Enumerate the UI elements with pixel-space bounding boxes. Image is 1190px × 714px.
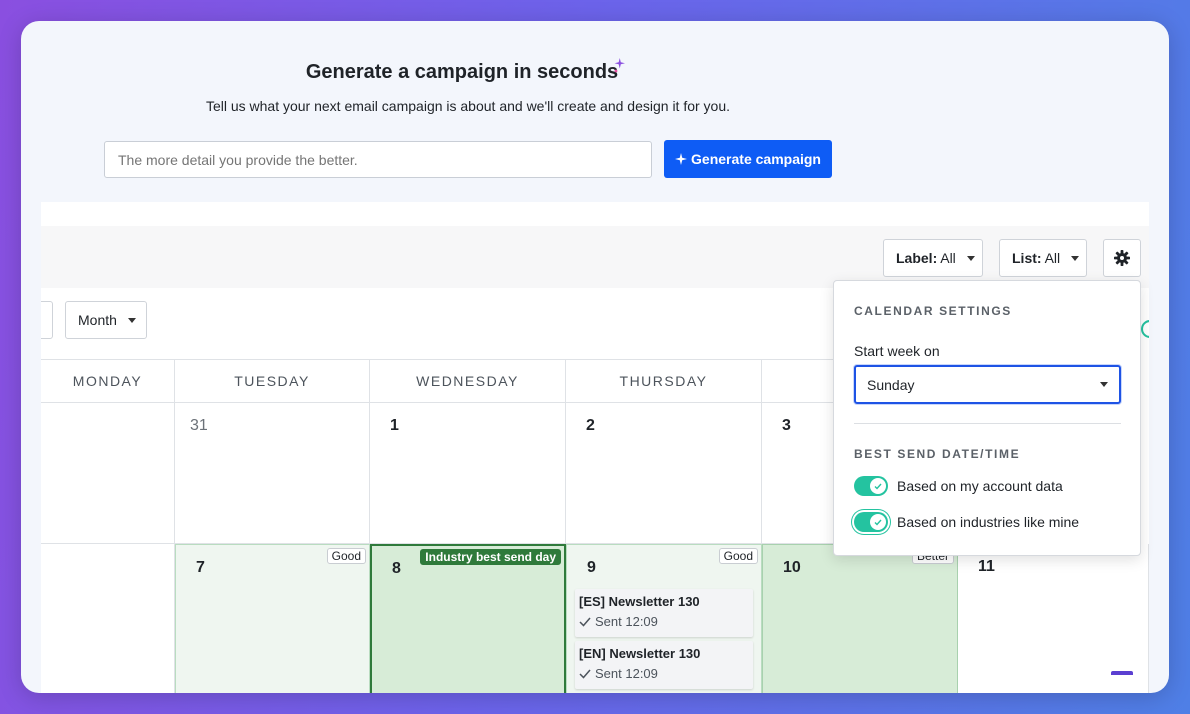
day-number: 3 [782,417,791,434]
sparkle-icon [614,58,625,73]
generate-campaign-button[interactable]: Generate campaign [664,140,832,178]
day-number: 31 [190,417,208,434]
calendar-settings-heading: CALENDAR SETTINGS [854,304,1012,318]
toggle-knob [870,514,886,530]
send-quality-badge: Good [718,548,758,564]
weekday-wednesday: WEDNESDAY [370,359,566,403]
industry-toggle-row: Based on industries like mine [854,512,1079,532]
day-number: 9 [587,559,596,576]
check-icon [579,669,591,679]
industry-toggle[interactable] [854,512,888,532]
generator-subtitle: Tell us what your next email campaign is… [205,98,731,114]
check-icon [874,483,882,490]
day-number: 10 [783,559,801,576]
start-week-label: Start week on [854,343,940,359]
day-number: 1 [390,417,399,434]
industry-best-day-badge: Industry best send day [420,549,561,565]
day-cell-good[interactable]: Good 9 [ES] Newsletter 130 Sent 12:09 [E… [566,544,762,693]
campaign-status-text: Sent 12:09 [595,614,658,629]
day-number: 8 [392,560,401,577]
generate-campaign-label: Generate campaign [691,151,821,167]
label-filter-value: All [940,250,956,266]
account-data-toggle-label: Based on my account data [897,478,1063,494]
campaign-name: [EN] Newsletter 130 [579,646,701,661]
day-cell[interactable]: 2 [566,403,762,544]
start-week-select[interactable]: Sunday [854,365,1121,404]
day-cell-best[interactable]: Industry best send day 8 [370,544,566,693]
day-cell[interactable] [41,403,175,544]
toggle-knob [870,478,886,494]
start-week-value: Sunday [867,376,915,393]
campaign-name: [ES] Newsletter 130 [579,594,700,609]
day-cell[interactable] [41,544,175,693]
chevron-down-icon [1071,255,1080,261]
list-filter-name: List: [1012,250,1042,266]
generator-title: Generate a campaign in seconds [305,61,619,83]
weekday-monday: MONDAY [41,359,175,403]
calendar-settings-popover: CALENDAR SETTINGS Start week on Sunday B… [833,280,1141,556]
send-quality-badge: Good [326,548,366,564]
check-icon [579,617,591,627]
campaign-status: Sent 12:09 [579,614,749,629]
divider [854,423,1121,424]
account-data-toggle[interactable] [854,476,888,496]
help-widget-tab[interactable] [1111,671,1133,675]
day-cell-better[interactable]: Better 10 [762,544,958,693]
label-filter-dropdown[interactable]: Label: All [883,239,983,277]
day-cell-good[interactable]: Good 7 [175,544,370,693]
best-send-heading: BEST SEND DATE/TIME [854,447,1021,461]
chevron-down-icon [127,317,136,323]
campaign-status-text: Sent 12:09 [595,666,658,681]
account-data-toggle-row: Based on my account data [854,476,1063,496]
list-filter-value: All [1044,250,1061,266]
app-window: Generate a campaign in seconds Tell us w… [21,21,1169,693]
day-number: 11 [978,558,995,575]
campaign-status: Sent 12:09 [579,666,749,681]
chevron-down-icon [1100,382,1108,387]
calendar-settings-button[interactable] [1103,239,1141,277]
weekday-tuesday: TUESDAY [175,359,370,403]
view-select-dropdown[interactable]: Month [65,301,147,339]
gear-icon [1114,250,1130,266]
campaign-card[interactable]: [ES] Newsletter 130 Sent 12:09 [575,589,753,637]
campaign-description-input[interactable] [104,141,652,178]
weekday-thursday: THURSDAY [566,359,762,403]
chevron-down-icon [966,255,975,261]
campaign-card[interactable]: [EN] Newsletter 130 Sent 12:09 [575,641,753,689]
previous-period-button[interactable] [41,301,53,339]
day-number: 2 [586,417,595,434]
list-filter-dropdown[interactable]: List: All [999,239,1087,277]
check-icon [874,519,882,526]
sparkle-icon [675,153,688,165]
day-cell[interactable]: 31 [175,403,370,544]
day-cell[interactable]: 1 [370,403,566,544]
day-number: 7 [196,559,205,576]
view-select-value: Month [78,312,117,328]
status-check-icon [1141,320,1149,338]
label-filter-name: Label: [896,250,938,266]
weekday-header: MONDAY TUESDAY WEDNESDAY THURSDAY F [41,359,958,403]
industry-toggle-label: Based on industries like mine [897,514,1080,530]
